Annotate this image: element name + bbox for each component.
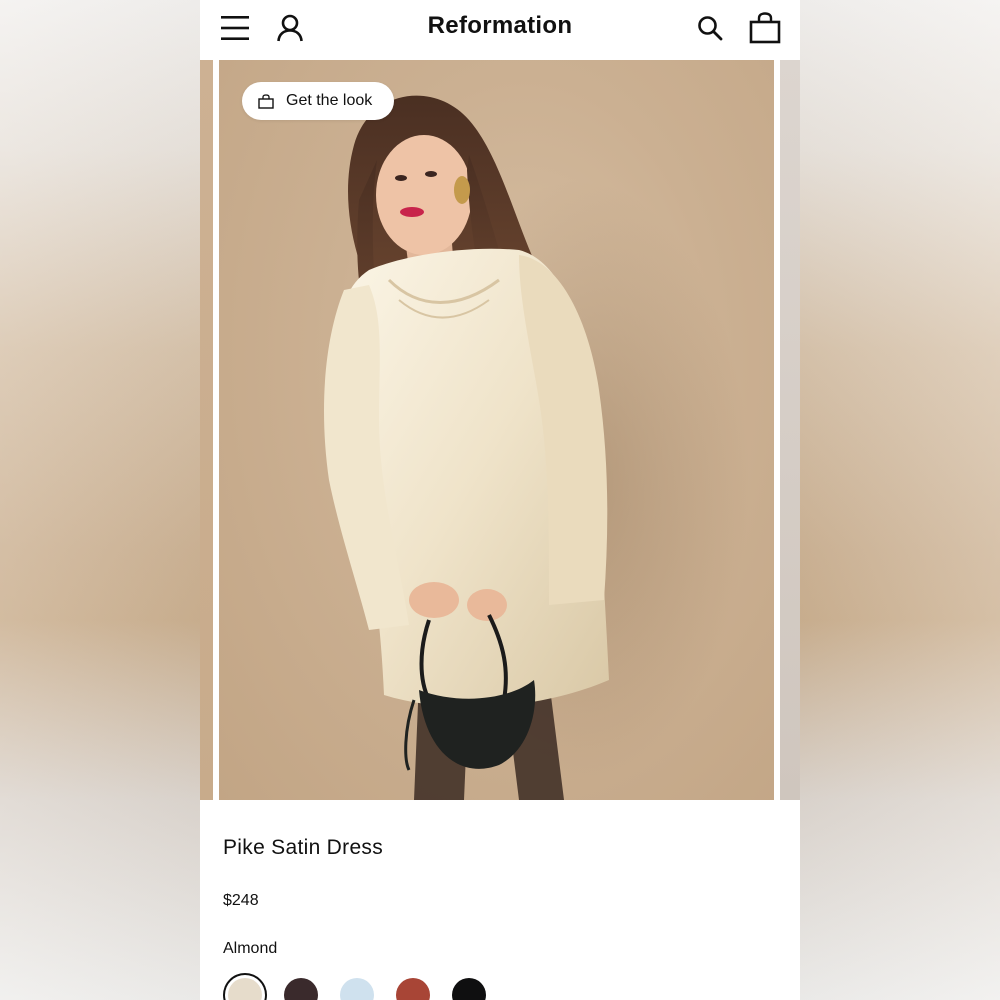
account-icon	[277, 14, 303, 42]
account-button[interactable]	[272, 10, 308, 46]
bag-button[interactable]	[747, 10, 783, 46]
site-header: Reformation	[200, 0, 800, 60]
product-image-carousel[interactable]: Get the look	[200, 60, 800, 800]
search-button[interactable]	[692, 10, 728, 46]
product-image[interactable]: Get the look	[219, 60, 774, 800]
product-title: Pike Satin Dress	[223, 836, 384, 859]
get-the-look-button[interactable]: Get the look	[242, 82, 395, 120]
search-icon	[698, 16, 723, 41]
next-image-peek[interactable]	[780, 60, 800, 800]
shopping-bag-icon	[749, 12, 781, 44]
product-price: $248	[223, 892, 259, 909]
mobile-screen: Reformation Get the look Pike Satin Dres…	[200, 0, 800, 1000]
previous-image-peek[interactable]	[200, 60, 213, 800]
color-swatch-dark-brown[interactable]	[284, 978, 318, 1000]
model-photo	[324, 95, 749, 800]
product-info: Pike Satin Dress $248 Almond	[200, 800, 800, 1000]
get-the-look-label: Get the look	[286, 92, 373, 109]
backdrop-right	[800, 0, 1000, 1000]
color-swatch-light-blue[interactable]	[340, 978, 374, 1000]
selected-color-label: Almond	[223, 940, 278, 957]
color-swatch-almond[interactable]	[228, 978, 262, 1000]
color-swatches	[223, 973, 523, 1000]
brand-logo[interactable]: Reformation	[350, 12, 650, 40]
menu-icon	[221, 16, 249, 40]
color-swatch-black[interactable]	[452, 978, 486, 1000]
shopping-bag-icon	[258, 93, 274, 109]
color-swatch-rust[interactable]	[396, 978, 430, 1000]
backdrop-left	[0, 0, 200, 1000]
menu-button[interactable]	[217, 10, 253, 46]
